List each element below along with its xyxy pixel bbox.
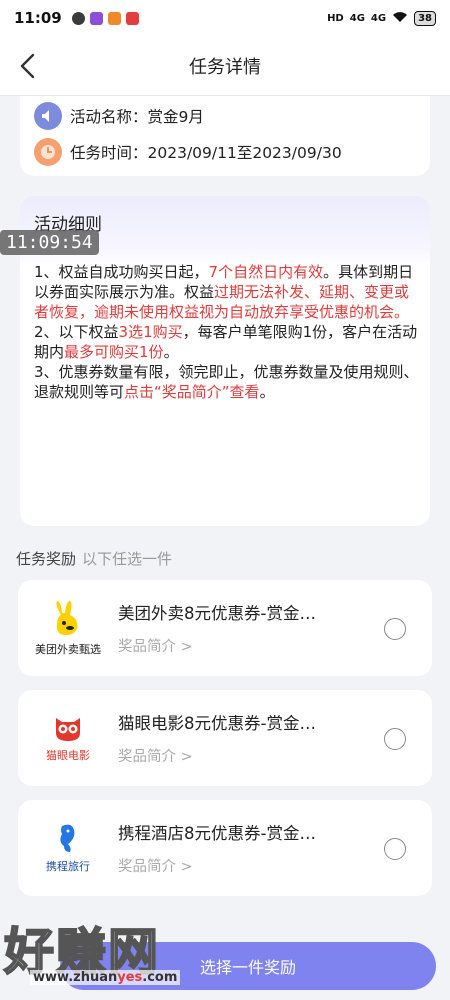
reward-name: 携程酒店8元优惠券-赏金… [118,824,316,843]
rule-1-highlight-a: 7个自然日内有效 [208,263,324,281]
rules-body: 1、权益自成功购买日起，7个自然日内有效。具体到期日以券面实际展示为准。权益过期… [34,262,422,402]
wechat-icon [71,11,85,25]
ctrip-logo: 携程旅行 [28,812,108,884]
maoyan-logo: 猫眼电影 [28,702,108,774]
reward-name: 猫眼电影8元优惠券-赏金… [118,714,316,733]
rule-2: 2、以下权益3选1购买，每客户单笔限购1份，客户在活动期内最多可购买1份。 [34,322,422,362]
rule-2-text-a: 2、以下权益 [34,323,119,341]
status-right: HD 4G 4G 38 [327,10,436,26]
rule-2-text-c: 。 [163,343,179,361]
reward-name: 美团外卖8元优惠券-赏金… [118,604,316,623]
meituan-logo-text: 美团外卖甄选 [35,643,101,656]
rule-3-text-b: 。 [259,383,275,401]
meituan-logo: 美团外卖甄选 [28,592,108,664]
ctrip-logo-text: 携程旅行 [46,860,90,873]
app-icon-red [125,11,139,25]
chevron-left-icon [20,53,35,79]
back-button[interactable] [14,52,40,80]
maoyan-owl-icon [56,718,80,741]
radio-button[interactable] [384,728,406,750]
signal-icon-2: 4G [370,12,387,24]
app-icon-orange [107,11,121,25]
reward-item-meituan[interactable]: 美团外卖甄选 美团外卖8元优惠券-赏金… 奖品简介 > [18,580,432,676]
task-time: 任务时间：2023/09/11至2023/09/30 [70,144,342,162]
timestamp-overlay: 11:09:54 [0,230,99,255]
status-bar: 11:09 HD 4G 4G 38 [0,0,450,36]
activity-name: 活动名称：赏金9月 [70,108,204,126]
rule-3: 3、优惠券数量有限，领完即止，优惠券数量及使用规则、退款规则等可点击“奖品简介”… [34,362,422,402]
rule-2-highlight-b: 最多可购买1份 [64,343,164,361]
reward-intro-link[interactable]: 奖品简介 > [118,635,193,656]
status-time: 11:09 [14,9,62,27]
radio-button[interactable] [384,838,406,860]
reward-item-ctrip[interactable]: 携程旅行 携程酒店8元优惠券-赏金… 奖品简介 > [18,800,432,896]
meituan-kangaroo-icon [56,601,78,636]
rule-1-text-a: 1、权益自成功购买日起， [34,263,209,281]
rewards-section-label: 任务奖励 以下任选一件 [16,548,172,569]
signal-icon: 4G [349,12,365,24]
app-icon-purple [89,11,103,25]
ctrip-dolphin-icon [60,824,75,852]
radio-button[interactable] [384,618,406,640]
reward-item-maoyan[interactable]: 猫眼电影 猫眼电影8元优惠券-赏金… 奖品简介 > [18,690,432,786]
reward-intro-link[interactable]: 奖品简介 > [118,855,193,876]
activity-info-card: 活动名称：赏金9月 任务时间：2023/09/11至2023/09/30 [20,96,430,176]
nav-bar: 任务详情 [0,36,450,96]
battery-icon: 38 [414,10,436,26]
rule-2-highlight-a: 3选1购买 [118,323,183,341]
rule-3-link[interactable]: 点击“奖品简介”查看 [124,383,260,401]
notification-icons [71,11,139,25]
clock-icon [34,138,62,166]
rule-1: 1、权益自成功购买日起，7个自然日内有效。具体到期日以券面实际展示为准。权益过期… [34,262,422,322]
task-time-row: 任务时间：2023/09/11至2023/09/30 [34,134,430,170]
page-title: 任务详情 [189,56,261,78]
speaker-icon [34,102,62,130]
wifi-icon [392,11,408,26]
hd-icon: HD [327,12,344,24]
maoyan-logo-text: 猫眼电影 [46,749,90,762]
rewards-label: 任务奖励 [16,550,77,568]
select-reward-button[interactable]: 选择一件奖励 [60,942,436,990]
select-reward-label: 选择一件奖励 [199,958,296,977]
activity-name-row: 活动名称：赏金9月 [34,98,430,134]
reward-intro-link[interactable]: 奖品简介 > [118,745,193,766]
rewards-sublabel: 以下任选一件 [82,550,173,568]
